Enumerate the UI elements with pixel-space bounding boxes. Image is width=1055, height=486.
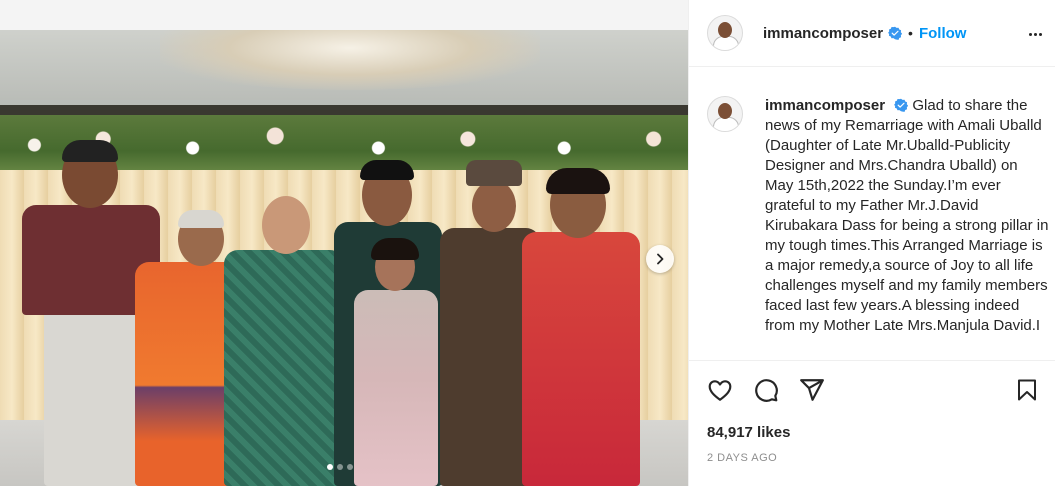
- avatar[interactable]: [707, 15, 743, 51]
- carousel-dot-3: [347, 464, 353, 470]
- post-photo[interactable]: [0, 0, 688, 486]
- follow-button[interactable]: Follow: [919, 25, 967, 42]
- action-bar: [707, 377, 825, 403]
- caption-body: Glad to share the news of my Remarriage …: [765, 97, 1049, 334]
- chevron-right-icon: [657, 253, 664, 265]
- bookmark-icon: [1018, 379, 1036, 401]
- header-username[interactable]: immancomposer: [763, 25, 883, 42]
- post-actions-area: 84,917 likes 2 DAYS AGO: [689, 360, 1055, 486]
- header-separator: •: [908, 25, 913, 41]
- post-header: immancomposer • Follow: [689, 0, 1055, 67]
- post-side-panel: immancomposer • Follow immancomposer Gla…: [688, 0, 1055, 486]
- likes-count[interactable]: 84,917 likes: [707, 424, 790, 441]
- comment-bubble-icon: [755, 379, 778, 402]
- caption-text-block: immancomposer Glad to share the news of …: [765, 96, 1050, 336]
- photo-top-margin: [0, 0, 688, 30]
- share-button[interactable]: [799, 377, 825, 403]
- caption-username[interactable]: immancomposer: [765, 97, 885, 114]
- save-button[interactable]: [1014, 377, 1040, 403]
- post-timestamp[interactable]: 2 DAYS AGO: [707, 452, 777, 464]
- carousel-dot-1: [327, 464, 333, 470]
- heart-icon: [708, 380, 732, 401]
- carousel-next-button[interactable]: [646, 245, 674, 273]
- carousel-indicator: [327, 464, 353, 470]
- like-button[interactable]: [707, 377, 733, 403]
- paper-plane-icon: [800, 379, 824, 401]
- more-options-icon[interactable]: [1025, 24, 1045, 44]
- verified-badge-icon: [888, 26, 903, 40]
- carousel-dot-2: [337, 464, 343, 470]
- post-caption: immancomposer Glad to share the news of …: [707, 96, 1052, 358]
- verified-badge-icon: [894, 98, 909, 112]
- comment-button[interactable]: [753, 377, 779, 403]
- caption-avatar[interactable]: [707, 96, 743, 132]
- photo-chandelier: [160, 30, 540, 90]
